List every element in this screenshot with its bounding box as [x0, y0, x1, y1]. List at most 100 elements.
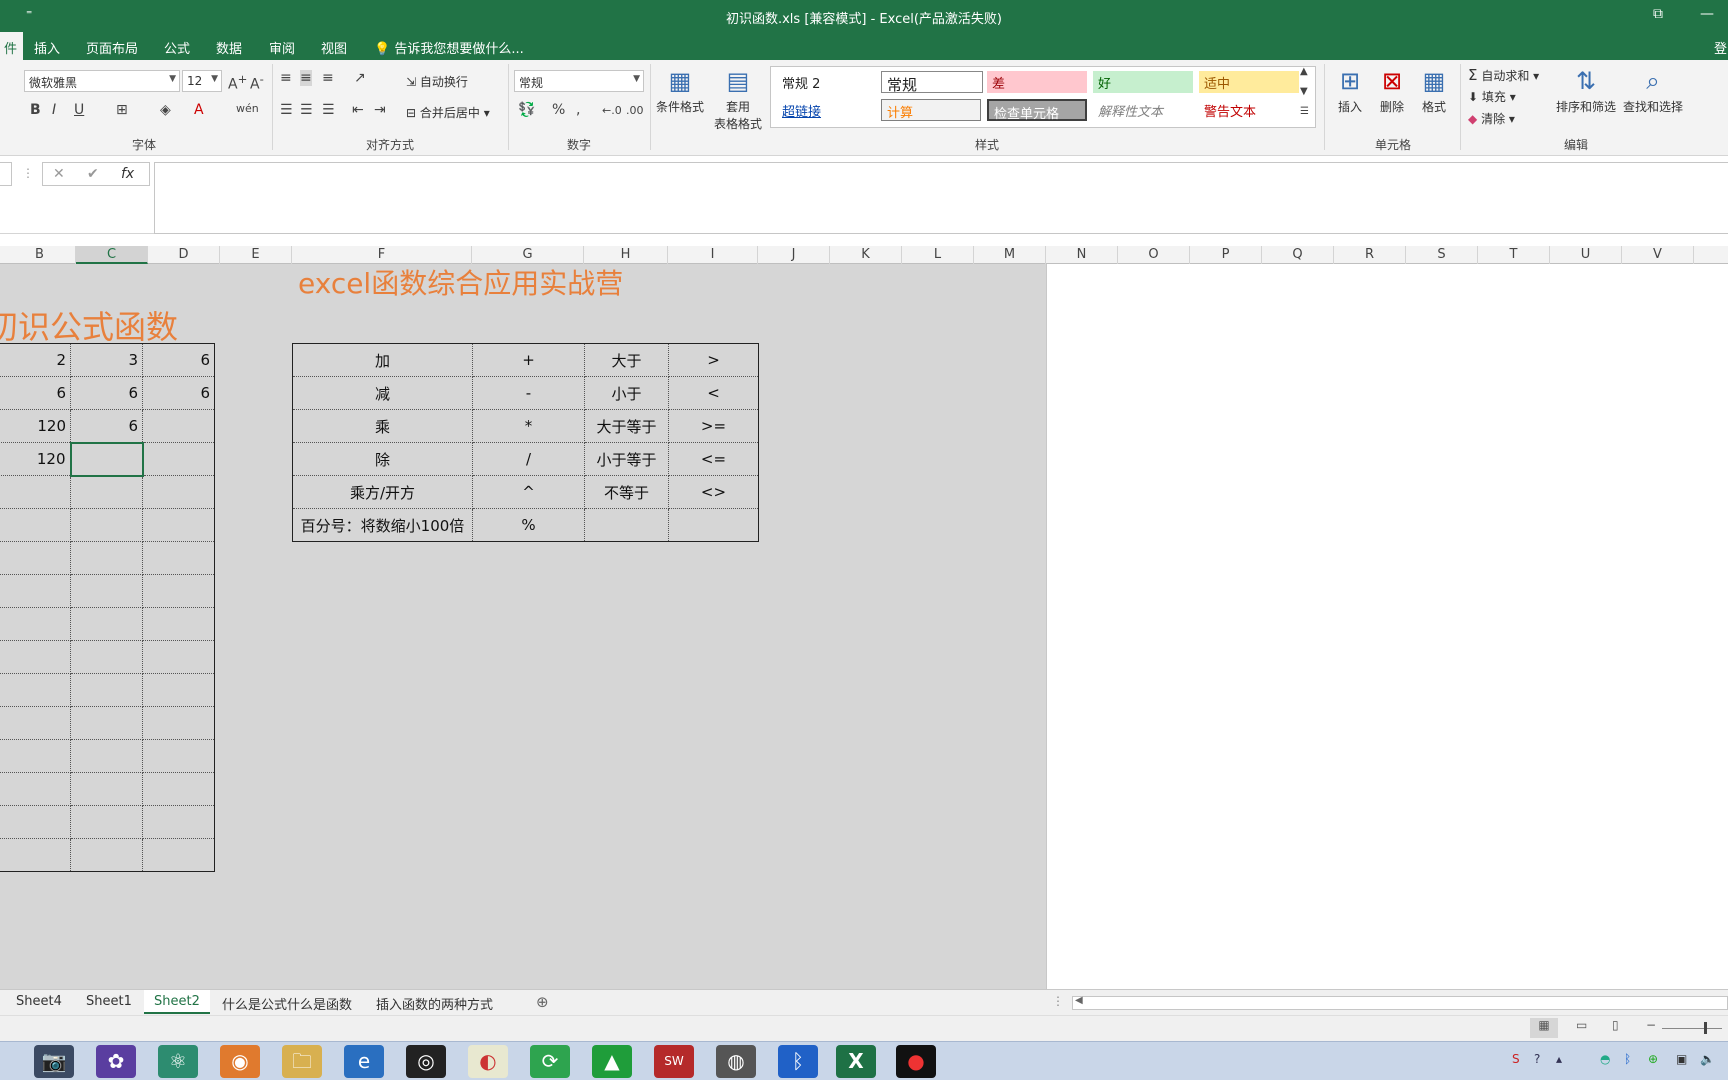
zoom-slider[interactable] [1662, 1028, 1722, 1029]
column-header-o[interactable]: O [1118, 246, 1190, 264]
cell[interactable] [142, 508, 215, 542]
cell[interactable] [142, 739, 215, 773]
cell[interactable] [0, 739, 71, 773]
cell[interactable]: <= [668, 442, 759, 476]
cell[interactable] [70, 541, 143, 575]
decrease-font-icon[interactable]: A- [250, 72, 264, 93]
font-name-select[interactable]: 微软雅黑 ▼ [24, 70, 180, 92]
cell[interactable]: <> [668, 475, 759, 509]
column-header-k[interactable]: K [830, 246, 902, 264]
increase-font-icon[interactable]: A+ [228, 72, 247, 93]
column-header-l[interactable]: L [902, 246, 974, 264]
cell[interactable] [0, 607, 71, 641]
cell[interactable] [0, 508, 71, 542]
sort-filter-button[interactable]: ⇅ 排序和筛选 [1554, 64, 1618, 115]
column-header-b[interactable]: B [4, 246, 76, 264]
zoom-out-icon[interactable]: − [1646, 1018, 1656, 1032]
excel-taskbar-icon[interactable]: X [836, 1045, 876, 1078]
format-cells-button[interactable]: ▦ 格式 [1414, 64, 1454, 115]
ribbon-display-options-icon[interactable]: ⧉ [1653, 6, 1663, 22]
cell[interactable] [142, 772, 215, 806]
cell[interactable]: 百分号：将数缩小100倍 [292, 508, 473, 542]
name-box[interactable] [0, 162, 12, 186]
scroll-left-icon[interactable]: ◀ [1075, 995, 1083, 1006]
cell[interactable]: 2 [0, 343, 71, 377]
cell[interactable]: 大于等于 [584, 409, 669, 443]
cell[interactable]: 加 [292, 343, 473, 377]
cell[interactable] [70, 805, 143, 839]
cell[interactable] [584, 508, 669, 542]
cell[interactable]: 大于 [584, 343, 669, 377]
cell[interactable]: - [472, 376, 585, 410]
cell[interactable]: 120 [0, 442, 71, 476]
cell[interactable] [668, 508, 759, 542]
cell[interactable] [70, 673, 143, 707]
tab-review[interactable]: 审阅 [269, 38, 295, 57]
cell[interactable]: 6 [142, 343, 215, 377]
active-cell[interactable] [69, 441, 144, 477]
tab-formulas[interactable]: 公式 [164, 38, 190, 57]
cell[interactable] [70, 640, 143, 674]
cell[interactable] [142, 805, 215, 839]
table-format-button[interactable]: ▤ 套用 表格格式 [708, 64, 768, 132]
tab-data[interactable]: 数据 [216, 38, 242, 57]
increase-indent-icon[interactable]: ⇥ [374, 102, 386, 118]
cell[interactable] [70, 574, 143, 608]
cell[interactable]: 6 [142, 376, 215, 410]
cell[interactable] [0, 706, 71, 740]
cell[interactable]: 减 [292, 376, 473, 410]
sheet-tab-sheet1[interactable]: Sheet1 [86, 994, 132, 1009]
align-middle-icon[interactable]: ≡ [300, 70, 312, 86]
cell[interactable]: 6 [70, 409, 143, 443]
tab-insert[interactable]: 插入 [34, 38, 60, 57]
cell[interactable] [70, 475, 143, 509]
tab-page-layout[interactable]: 页面布局 [86, 38, 138, 57]
cell[interactable] [0, 574, 71, 608]
fill-color-icon[interactable]: ◈ [160, 102, 171, 118]
cell[interactable]: < [668, 376, 759, 410]
split-handle-icon[interactable]: ⋮ [1052, 994, 1064, 1008]
atom-app-icon[interactable]: ⚛ [158, 1045, 198, 1078]
cell[interactable]: ^ [472, 475, 585, 509]
gallery-more-icon[interactable]: ☰ [1300, 106, 1309, 117]
tab-view[interactable]: 视图 [321, 38, 347, 57]
page-break-view-icon[interactable]: ▯ [1612, 1018, 1619, 1032]
formula-input[interactable] [154, 162, 1728, 234]
cell[interactable]: * [472, 409, 585, 443]
tray-bluetooth-icon[interactable]: ᛒ [1624, 1052, 1631, 1066]
border-icon[interactable]: ⊞ [116, 102, 128, 118]
cell[interactable]: 乘 [292, 409, 473, 443]
cell[interactable] [0, 838, 71, 872]
tray-wechat-icon[interactable]: ◓ [1600, 1052, 1610, 1066]
cell[interactable] [142, 838, 215, 872]
sheet-tab-formula-vs-function[interactable]: 什么是公式什么是函数 [222, 994, 352, 1013]
cell[interactable] [142, 706, 215, 740]
cell[interactable]: >= [668, 409, 759, 443]
tell-me-box[interactable]: 💡 告诉我您想要做什么... [374, 38, 524, 57]
cell[interactable] [142, 442, 215, 476]
wrap-text-button[interactable]: ⇲ 自动换行 [406, 73, 468, 90]
color-wheel-icon[interactable]: ◍ [716, 1045, 756, 1078]
tray-plus-icon[interactable]: ⊕ [1648, 1052, 1658, 1066]
increase-decimal-icon[interactable]: ←.0 [602, 104, 622, 117]
autosum-button[interactable]: Σ 自动求和 ▾ [1468, 66, 1539, 84]
style-check-cell[interactable]: 检查单元格 [987, 99, 1087, 122]
style-explanatory[interactable]: 解释性文本 [1093, 99, 1193, 121]
cell[interactable]: 3 [70, 343, 143, 377]
clear-button[interactable]: ◆ 清除 ▾ [1468, 110, 1515, 127]
style-calc[interactable]: 计算 [881, 99, 981, 121]
cell[interactable] [142, 607, 215, 641]
column-header-j[interactable]: J [758, 246, 830, 264]
cell[interactable] [142, 541, 215, 575]
column-header-e[interactable]: E [220, 246, 292, 264]
column-header-r[interactable]: R [1334, 246, 1406, 264]
cell[interactable]: 不等于 [584, 475, 669, 509]
insert-function-icon[interactable]: fx [121, 166, 134, 182]
cell[interactable]: 乘方/开方 [292, 475, 473, 509]
zoom-slider-thumb[interactable] [1704, 1022, 1707, 1034]
cell[interactable]: 小于 [584, 376, 669, 410]
cell[interactable]: 除 [292, 442, 473, 476]
cell[interactable] [0, 673, 71, 707]
decrease-indent-icon[interactable]: ⇤ [352, 102, 364, 118]
cell[interactable] [142, 673, 215, 707]
